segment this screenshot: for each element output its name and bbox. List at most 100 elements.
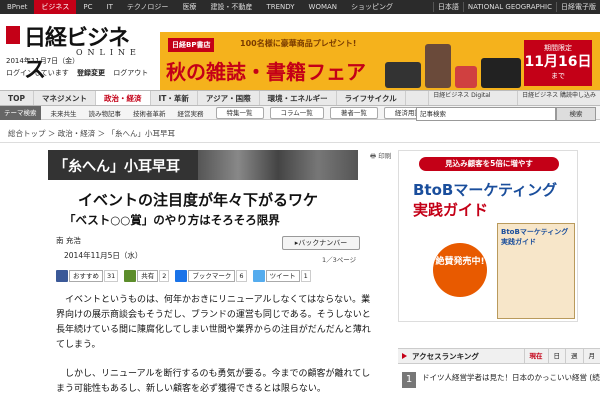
print-label: 印刷 — [378, 152, 392, 160]
list-pill-button[interactable]: 特集一覧 — [215, 106, 264, 119]
main-nav-item[interactable]: 政治・経済 — [96, 91, 151, 105]
site-nav-item[interactable]: WOMAN — [302, 0, 345, 14]
ranking-title: アクセスランキング — [398, 351, 479, 362]
page: BPnet ビジネス PC IT テクノロジー 医療 建設・不動産 TRENDY WOMAN ショ… — [0, 0, 600, 400]
top-right-links: 日本語 NATIONAL GEOGRAPHIC 日経電子版 — [432, 0, 600, 14]
article-paragraph: イベントというものは、何年かおきにリニューアルしなくてはならない。業界向けの展示… — [56, 295, 371, 350]
banner-brand: 日経BP書店 — [168, 38, 215, 52]
book-cover-title: BtoBマーケティング 実践ガイド — [501, 228, 569, 246]
top-site-bar: BPnet ビジネス PC IT テクノロジー 医療 建設・不動産 TRENDY WOMAN ショ… — [0, 0, 600, 14]
main-nav-item[interactable]: アジア・国際 — [198, 91, 260, 105]
ad-tagline: 見込み顧客を5倍に増やす — [419, 157, 559, 171]
social-button[interactable]: ツイート 1 — [252, 270, 311, 282]
book-ad[interactable]: 見込み顧客を5倍に増やす BtoBマーケティング 実践ガイド BtoBマーケティ… — [398, 150, 578, 322]
share-icon — [124, 270, 137, 282]
header-links: ログインしています 登録変更 ログアウト — [6, 68, 154, 78]
breadcrumb[interactable]: 総合トップ ＞ 政治・経済 ＞ 「糸へん」小耳早耳 — [8, 128, 175, 139]
backnumber-label: バックナンバー — [298, 239, 348, 247]
social-count: 31 — [104, 270, 119, 282]
series-banner-photo — [198, 150, 358, 180]
author-name[interactable]: 南 充浩 — [56, 235, 81, 246]
ranking-tab[interactable]: 週 — [565, 349, 583, 363]
series-title: 「糸へん」小耳早耳 — [54, 159, 180, 175]
print-button[interactable]: 🖶 印刷 — [370, 150, 391, 163]
article-paragraph: しかし、リニューアルを断行するのも勇気が要る。今までの顧客が離れてしまう可能性も… — [56, 369, 371, 394]
massage-chair-image — [425, 44, 451, 88]
ranking-item[interactable]: 1 ドイツ人経営学者は見た！日本のかっこいい経営 (続くドイツ人も1年で辞めない… — [398, 370, 600, 400]
theme-search-label[interactable]: テーマ検索 — [0, 105, 41, 120]
site-nav: BPnet ビジネス PC IT テクノロジー 医療 建設・不動産 TRENDY WOMAN ショ… — [0, 0, 400, 14]
social-button[interactable]: 共有 2 — [124, 270, 170, 282]
main-nav-item[interactable]: マネジメント — [34, 91, 96, 105]
ranking-header: アクセスランキング 現在日週月 — [398, 348, 600, 364]
main-nav-item[interactable]: 環境・エネルギー — [260, 91, 337, 105]
login-status: ログインしています — [6, 69, 69, 77]
divider — [0, 142, 600, 143]
social-label: おすすめ — [69, 270, 103, 282]
site-nav-item[interactable]: PC — [76, 0, 99, 14]
main-nav-item[interactable]: ライフサイクル — [337, 91, 406, 105]
deadline-suffix: まで — [551, 72, 565, 80]
logout-link[interactable]: ログアウト — [113, 69, 148, 77]
theme-link[interactable]: 技術者革新 — [127, 108, 172, 118]
theme-link[interactable]: 読み物記事 — [83, 108, 128, 118]
book-cover-image: BtoBマーケティング 実践ガイド — [497, 223, 575, 319]
header-date: 2014年11月7日（金） — [6, 57, 80, 65]
article-search: 記事検索 検索 — [416, 107, 600, 121]
site-nav-item[interactable]: ショッピング — [344, 0, 400, 14]
nikkei-mark — [6, 26, 20, 44]
social-label: ツイート — [265, 270, 300, 282]
ranking-tab[interactable]: 月 — [582, 349, 600, 363]
fair-banner[interactable]: 日経BP書店 100名様に豪華商品プレゼント! 秋の雑誌・書籍フェア 期間限定 … — [160, 32, 600, 94]
list-pill-button[interactable]: コラム一覧 — [269, 106, 324, 119]
main-nav-extra-link[interactable]: 日経ビジネス Digital — [428, 91, 494, 105]
site-nav-item[interactable]: TRENDY — [259, 0, 301, 14]
camera-image — [385, 62, 421, 88]
banner-product-images — [385, 38, 525, 88]
twitter-icon — [252, 270, 265, 282]
top-right-link[interactable]: 日経電子版 — [556, 2, 600, 12]
social-label: ブックマーク — [188, 270, 236, 282]
social-count: 6 — [236, 270, 247, 282]
main-nav-item[interactable]: TOP — [0, 91, 34, 105]
social-button[interactable]: おすすめ 31 — [56, 270, 119, 282]
register-link[interactable]: 登録変更 — [77, 69, 105, 77]
page-indicator: 1／3ページ — [322, 256, 357, 264]
backnumber-button[interactable]: ▸バックナンバー — [282, 236, 360, 250]
ad-title-line1: BtoBマーケティング — [413, 181, 558, 199]
list-pill-button[interactable]: 著者一覧 — [329, 106, 378, 119]
cube-image — [455, 66, 477, 88]
deadline-label: 期間限定 — [544, 44, 572, 52]
tablet-image — [481, 58, 521, 88]
search-button[interactable]: 検索 — [556, 107, 596, 121]
publish-date: 2014年11月5日（水） — [64, 251, 143, 260]
site-logo[interactable]: 日経ビジネス ONLINE — [6, 20, 146, 83]
search-input[interactable]: 記事検索 — [416, 107, 556, 121]
theme-link[interactable]: 経営実務 — [172, 108, 210, 118]
social-button[interactable]: ブックマーク 6 — [175, 270, 247, 282]
ranking-tab[interactable]: 日 — [547, 349, 566, 363]
deadline-date: 11月16日 — [524, 54, 592, 70]
site-nav-item[interactable]: BPnet — [0, 0, 34, 14]
site-nav-item[interactable]: テクノロジー — [120, 0, 176, 14]
ad-badge: 絶賛発売中! — [433, 243, 487, 297]
banner-promo: 100名様に豪華商品プレゼント! — [240, 39, 357, 48]
ranking-tabs: 現在日週月 — [523, 349, 600, 363]
main-nav-extra-link[interactable]: 日経ビジネス 購読申し込み — [517, 91, 600, 105]
top-right-link[interactable]: 日本語 — [432, 2, 463, 12]
banner-deadline: 期間限定 11月16日 まで — [524, 40, 592, 86]
facebook-icon — [56, 270, 68, 282]
rank-text: ドイツ人経営学者は見た！日本のかっこいい経営 (続くドイツ人も1年で辞めない) — [422, 373, 600, 382]
social-buttons: おすすめ 31 共有 2 ブックマーク 6 ツイート 1 — [56, 270, 311, 282]
banner-fair-title: 秋の雑誌・書籍フェア — [166, 60, 366, 84]
site-nav-item[interactable]: ビジネス — [34, 0, 77, 14]
series-banner[interactable]: 「糸へん」小耳早耳 — [48, 150, 358, 180]
site-nav-item[interactable]: 医療 — [175, 0, 203, 14]
ranking-tab[interactable]: 現在 — [523, 349, 548, 363]
main-nav-item[interactable]: IT・革新 — [151, 91, 198, 105]
theme-link[interactable]: 未来共生 — [45, 108, 83, 118]
site-nav-item[interactable]: IT — [100, 0, 120, 14]
site-nav-item[interactable]: 建設・不動産 — [203, 0, 259, 14]
article-subheadline: 「ベスト○○賞」のやり方はそろそろ限界 — [64, 213, 280, 227]
top-right-link[interactable]: NATIONAL GEOGRAPHIC — [462, 2, 556, 12]
